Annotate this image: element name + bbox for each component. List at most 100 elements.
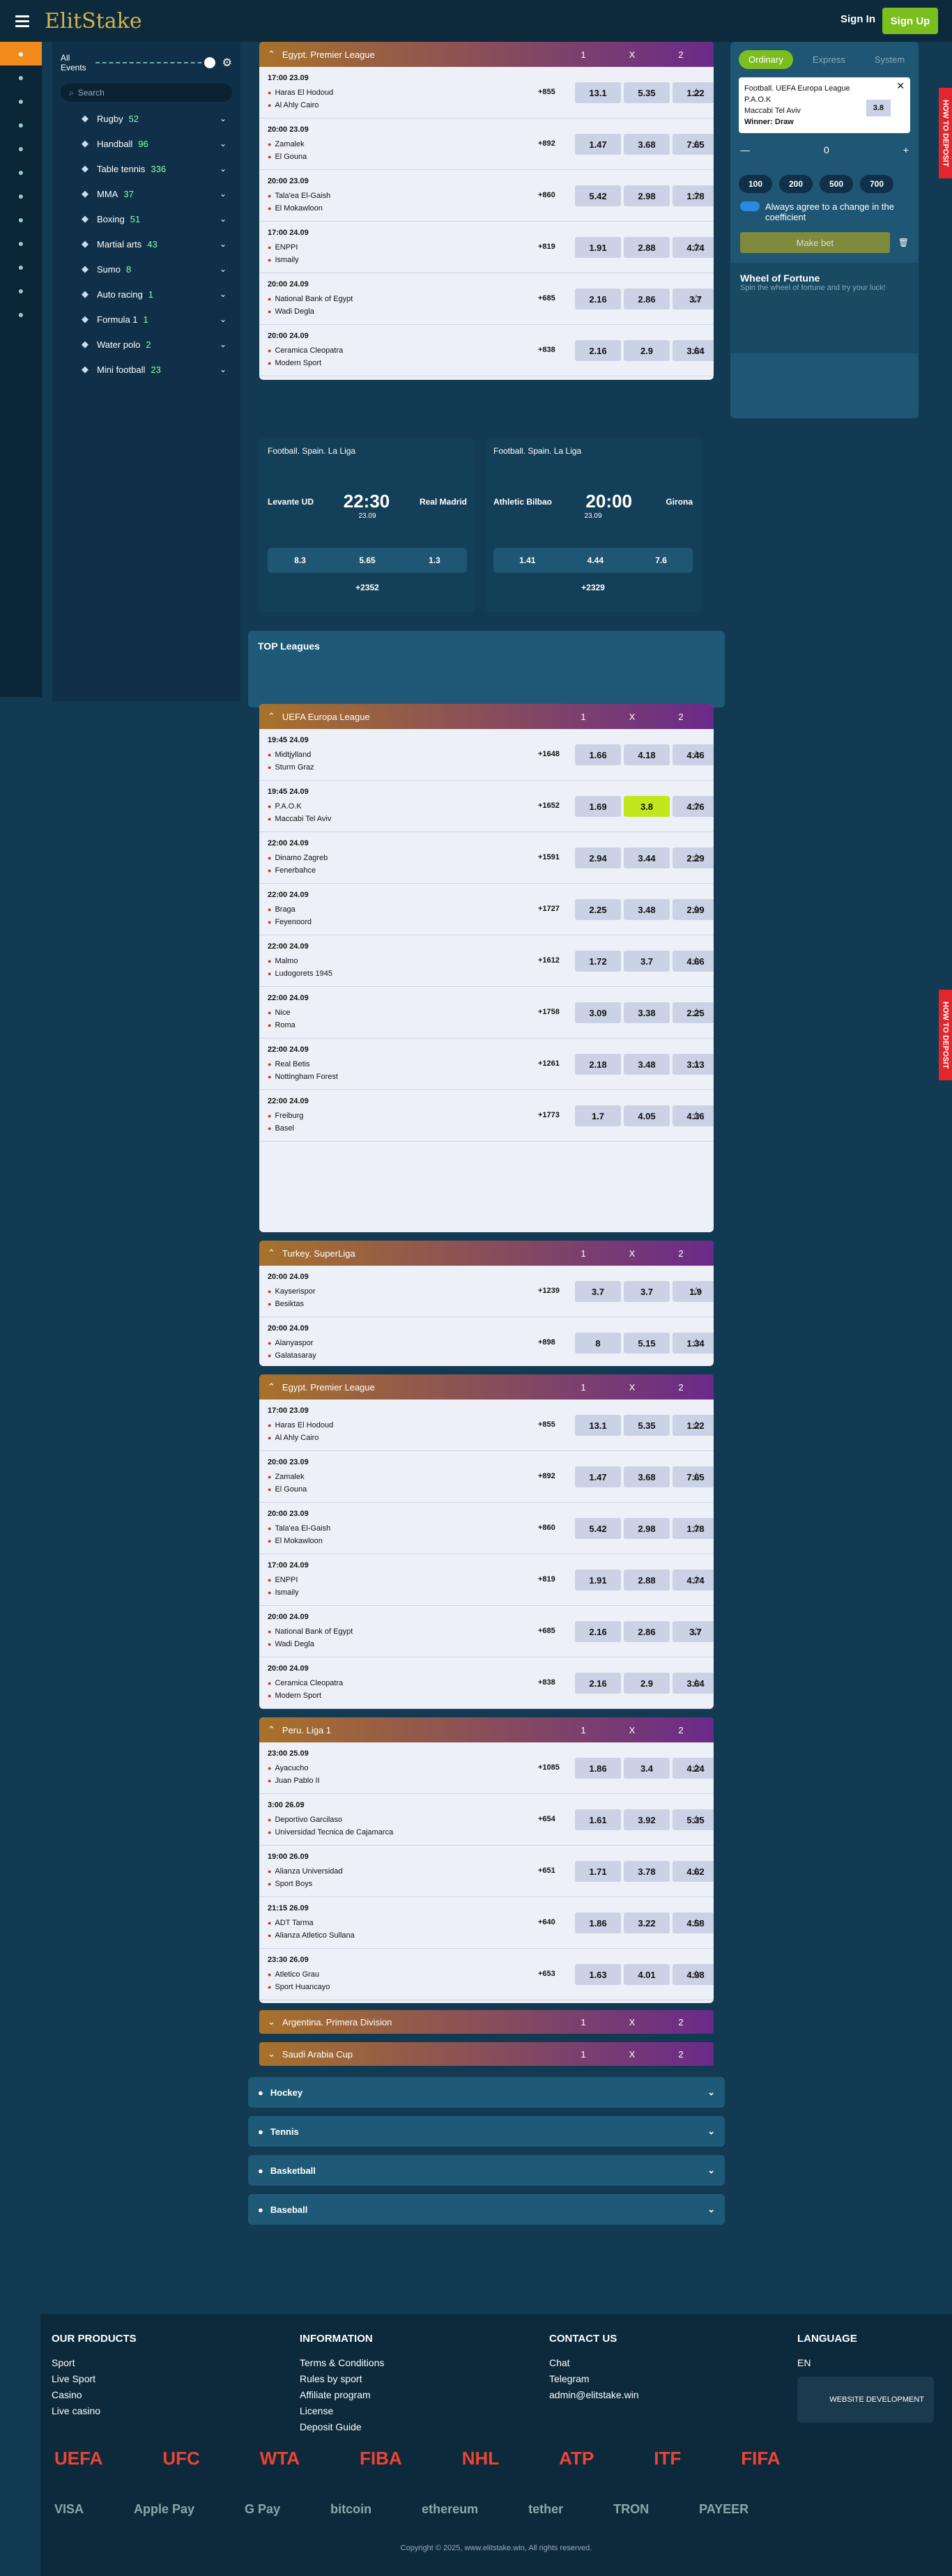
star-icon[interactable]: ☆ <box>691 292 701 306</box>
sport-hockey[interactable]: ● Hockey ⌄ <box>248 2077 725 2108</box>
odd-button[interactable]: 3.7 <box>624 951 670 972</box>
odd-button[interactable]: 3.38 <box>624 1002 670 1023</box>
star-icon[interactable]: ☆ <box>691 954 701 968</box>
casino-icon[interactable]: ● <box>0 208 42 231</box>
footer-link[interactable]: Live casino <box>52 2403 137 2419</box>
star-icon[interactable]: ☆ <box>691 1470 701 1484</box>
odd-button[interactable]: 5.42 <box>575 1518 621 1539</box>
chevron-up-icon[interactable]: ⌃ <box>268 1381 275 1393</box>
odd-button[interactable]: 1.66 <box>575 744 621 765</box>
basketball-icon[interactable]: ● <box>0 184 42 208</box>
match-row[interactable]: 21:15 26.09 ADT TarmaAlianza Atletico Sul… <box>259 1897 714 1949</box>
sidebar-item[interactable]: ◆ Handball 96 ⌄ <box>52 131 240 156</box>
odd-button[interactable]: 13.1 <box>575 82 621 103</box>
match-row[interactable]: 22:00 24.09BragaFeyenoord+17272.253.482.… <box>259 884 714 935</box>
odd-button[interactable]: 2.16 <box>575 1673 621 1694</box>
odd-button[interactable]: 5.15 <box>624 1333 670 1354</box>
sidebar-item[interactable]: ◆ Water polo 2 ⌄ <box>52 332 240 357</box>
sport-icon[interactable]: ● <box>0 42 42 66</box>
match-row[interactable]: 19:45 24.09 MidtjyllandSturm Graz +1648 1.6… <box>259 729 714 781</box>
star-icon[interactable]: ☆ <box>691 1573 701 1587</box>
stake-input[interactable]: 0 <box>824 144 829 155</box>
star-icon[interactable]: ☆ <box>691 1057 701 1071</box>
match-row[interactable]: 17:00 23.09 Haras El HodoudAl Ahly Cairo +… <box>259 67 714 118</box>
featured-match[interactable]: Football. Spain. La Liga Athletic Bilbao 2… <box>485 438 701 612</box>
footer-link[interactable]: Casino <box>52 2387 137 2403</box>
star-icon[interactable]: ☆ <box>691 344 701 358</box>
odd-button[interactable]: 1.69 <box>575 796 621 817</box>
odd-button[interactable]: 4.01 <box>624 1964 670 1985</box>
tab-ordinary[interactable]: Ordinary <box>739 50 793 69</box>
star-icon[interactable]: ☆ <box>691 1625 701 1639</box>
star-icon[interactable]: ☆ <box>691 1916 701 1930</box>
odd-button[interactable]: 2.98 <box>624 1518 670 1539</box>
chevron-down-icon[interactable]: ⌄ <box>268 2048 275 2060</box>
markets-count[interactable]: +838 <box>538 1678 555 1687</box>
event-slider[interactable] <box>95 57 215 68</box>
sport-basketball[interactable]: ● Basketball ⌄ <box>248 2155 725 2186</box>
footer-link[interactable]: Telegram <box>549 2371 639 2387</box>
odd-button[interactable]: 1.86 <box>575 1912 621 1933</box>
cards-icon[interactable]: ● <box>0 231 42 255</box>
match-row[interactable]: 23:30 26.09 Atletico GrauSport Huancayo +6… <box>259 1949 714 2000</box>
sidebar-item[interactable]: ◆ MMA 37 ⌄ <box>52 181 240 206</box>
football-icon[interactable]: ● <box>0 113 42 137</box>
odd-button[interactable]: 3.44 <box>624 848 670 868</box>
markets-count[interactable]: +651 <box>538 1866 555 1875</box>
chat-icon[interactable]: ● <box>0 279 42 302</box>
make-bet-button[interactable]: Make bet <box>740 232 890 253</box>
match-row[interactable]: 20:00 23.09ZamalekEl Gouna+8921.473.687.… <box>259 118 714 170</box>
match-row[interactable]: 20:00 24.09 Ceramica CleopatraModern Spor… <box>259 325 714 376</box>
odd-button[interactable]: 3.7 <box>575 1281 621 1302</box>
chevron-down-icon[interactable]: ⌄ <box>220 239 227 249</box>
match-row[interactable]: 20:00 24.09 National Bank of EgyptWadi De… <box>259 273 714 325</box>
match-row[interactable]: 23:00 25.09 AyacuchoJuan Pablo II +1085 1.8… <box>259 1742 714 1794</box>
match-row[interactable]: 17:00 24.09ENPPIIsmaily+8191.912.884.74☆ <box>259 1554 714 1606</box>
match-row[interactable]: 19:00 26.09 Alianza UniversidadSport Boys… <box>259 1846 714 1897</box>
league-header[interactable]: ⌃ UEFA Europa League 1 X 2 <box>259 704 714 729</box>
odd-button[interactable]: 1.72 <box>575 951 621 972</box>
menu-icon[interactable] <box>15 15 29 27</box>
match-row[interactable]: 3:00 26.09 Deportivo GarcilasoUniversidad… <box>259 1794 714 1846</box>
odd-button[interactable]: 1.7 <box>575 1105 621 1126</box>
plus-button[interactable]: + <box>903 144 909 155</box>
odd-button[interactable]: 2.88 <box>624 1570 670 1590</box>
match-row[interactable]: 17:00 24.09ENPPIIsmaily+8191.912.884.74☆ <box>259 222 714 273</box>
star-icon[interactable]: ☆ <box>691 851 701 865</box>
odd-button[interactable]: 2.9 <box>624 1673 670 1694</box>
markets-count[interactable]: +855 <box>538 1420 555 1429</box>
markets-count[interactable]: +1591 <box>538 853 560 861</box>
markets-count[interactable]: +860 <box>538 191 555 199</box>
odd-button[interactable]: 2.98 <box>624 185 670 206</box>
odd-button[interactable]: 2.16 <box>575 340 621 361</box>
odd-button[interactable]: 2.18 <box>575 1054 621 1075</box>
gear-icon[interactable]: ⚙ <box>222 56 232 70</box>
sidebar-item[interactable]: ◆ Sumo 8 ⌄ <box>52 256 240 282</box>
match-row[interactable]: 17:00 23.09 Haras El HodoudAl Ahly Cairo +… <box>259 1400 714 1451</box>
odd-button[interactable]: 2.88 <box>624 237 670 258</box>
footer-link[interactable]: admin@elitstake.win <box>549 2387 639 2403</box>
odd-button[interactable]: 4.18 <box>624 744 670 765</box>
footer-link[interactable]: License <box>300 2403 384 2419</box>
markets-count[interactable]: +1612 <box>538 956 560 965</box>
odd-button[interactable]: 1.41 <box>519 555 535 565</box>
match-row[interactable]: 20:00 24.09 National Bank of EgyptWadi De… <box>259 1606 714 1657</box>
odd-button[interactable]: 1.91 <box>575 237 621 258</box>
collapsed-league[interactable]: ⌄ Argentina. Primera Division 1 X 2 <box>259 2010 714 2034</box>
star-icon[interactable]: ☆ <box>691 1864 701 1878</box>
match-row[interactable]: 20:00 23.09ZamalekEl Gouna+8921.473.687.… <box>259 1451 714 1503</box>
star-icon[interactable]: ☆ <box>691 86 701 100</box>
odd-button[interactable]: 13.1 <box>575 1415 621 1436</box>
league-header[interactable]: ⌃ Turkey. SuperLiga 1 X 2 <box>259 1241 714 1266</box>
minus-button[interactable]: — <box>740 144 750 155</box>
odd-button[interactable]: 8.3 <box>294 555 306 565</box>
sidebar-item[interactable]: ◆ Boxing 51 ⌄ <box>52 206 240 231</box>
markets-count[interactable]: +1758 <box>538 1008 560 1016</box>
star-icon[interactable]: ☆ <box>691 748 701 762</box>
odd-button[interactable]: 3.92 <box>624 1809 670 1830</box>
star-icon[interactable]: ☆ <box>691 137 701 151</box>
markets-count[interactable]: +892 <box>538 139 555 148</box>
markets-count[interactable]: +685 <box>538 1627 555 1635</box>
sport-baseball[interactable]: ● Baseball ⌄ <box>248 2194 725 2225</box>
odd-button[interactable]: 5.42 <box>575 185 621 206</box>
